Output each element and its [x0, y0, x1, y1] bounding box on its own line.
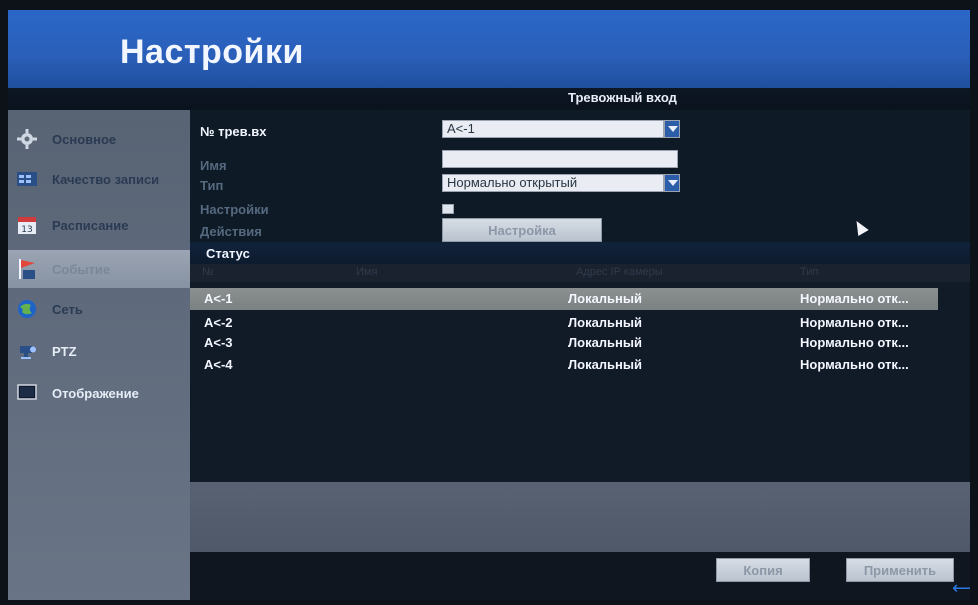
settings-checkbox[interactable]: [442, 204, 454, 214]
table-row[interactable]: A<-2 Локальный Нормально отк...: [190, 312, 938, 334]
column-header-number: №: [202, 266, 214, 278]
table-row[interactable]: A<-4 Локальный Нормально отк...: [190, 354, 938, 376]
type-select[interactable]: Нормально открытый: [442, 174, 664, 192]
footer-bar: Копия Применить: [190, 552, 970, 600]
sidebar-item-label: Сеть: [52, 301, 83, 317]
event-flag-icon: [14, 256, 40, 282]
lower-panel: [190, 482, 970, 552]
actions-setup-button[interactable]: Настройка: [442, 218, 602, 242]
row-source: Локальный: [568, 335, 642, 350]
alarm-input-label: № трев.вх: [200, 124, 267, 139]
sidebar-item-event[interactable]: Событие: [8, 250, 190, 288]
row-source: Локальный: [568, 315, 642, 330]
sidebar-item-label: Основное: [52, 131, 117, 147]
network-globe-icon: [14, 296, 40, 322]
chevron-down-icon[interactable]: [664, 120, 680, 138]
row-type: Нормально отк...: [800, 357, 909, 372]
row-type: Нормально отк...: [800, 291, 909, 306]
row-type: Нормально отк...: [800, 315, 909, 330]
actions-label: Действия: [200, 224, 262, 239]
row-id: A<-4: [204, 357, 233, 372]
sidebar-item-label: PTZ: [52, 343, 77, 359]
sidebar-item-label: Событие: [52, 261, 111, 277]
record-quality-icon: [14, 166, 40, 192]
row-id: A<-3: [204, 335, 233, 350]
row-source: Локальный: [568, 357, 642, 372]
row-id: A<-1: [204, 291, 233, 306]
display-monitor-icon: [14, 380, 40, 406]
sidebar-item-label: Отображение: [52, 385, 139, 401]
sidebar-item-display[interactable]: Отображение: [8, 374, 190, 412]
column-header-camera-ip: Адрес IP камеры: [576, 266, 663, 278]
title-bar: Настройки: [8, 10, 970, 88]
sidebar-item-schedule[interactable]: 13 Расписание: [8, 206, 190, 244]
svg-text:13: 13: [21, 225, 32, 235]
settings-window: Настройки Тревожный вход Основное Качест…: [8, 10, 970, 600]
row-id: A<-2: [204, 315, 233, 330]
gear-icon: [14, 126, 40, 152]
chevron-down-icon[interactable]: [664, 174, 680, 192]
sidebar-item-record-quality[interactable]: Качество записи: [8, 160, 190, 198]
row-type: Нормально отк...: [800, 335, 909, 350]
page-title: Настройки: [120, 33, 304, 71]
type-label: Тип: [200, 178, 224, 193]
table-row[interactable]: A<-3 Локальный Нормально отк...: [190, 332, 938, 354]
column-header-type: Тип: [800, 266, 819, 278]
section-header: [8, 88, 970, 110]
sidebar-item-network[interactable]: Сеть: [8, 290, 190, 328]
sidebar-item-label: Расписание: [52, 217, 129, 233]
screen: Настройки Тревожный вход Основное Качест…: [0, 0, 978, 605]
ptz-camera-icon: [14, 338, 40, 364]
column-header-name: Имя: [356, 266, 378, 278]
alarm-input-select[interactable]: A<-1: [442, 120, 664, 138]
table-header: № Имя Адрес IP камеры Тип: [190, 264, 970, 282]
calendar-icon: 13: [14, 212, 40, 238]
name-label: Имя: [200, 158, 227, 173]
sidebar-item-label: Качество записи: [52, 171, 160, 187]
apply-button[interactable]: Применить: [846, 558, 954, 582]
name-field[interactable]: [442, 150, 678, 168]
section-title: Тревожный вход: [568, 90, 677, 105]
sidebar-item-ptz[interactable]: PTZ: [8, 332, 190, 370]
sidebar: Основное Качество записи 13 Расписание С…: [8, 110, 190, 600]
settings-label: Настройки: [200, 202, 269, 217]
status-table: A<-1 Локальный Нормально отк... A<-2 Лок…: [190, 282, 970, 482]
table-row[interactable]: A<-1 Локальный Нормально отк...: [190, 288, 938, 310]
sidebar-item-general[interactable]: Основное: [8, 120, 190, 158]
row-source: Локальный: [568, 291, 642, 306]
status-title: Статус: [206, 246, 250, 261]
copy-button[interactable]: Копия: [716, 558, 810, 582]
status-header: Статус: [190, 242, 970, 264]
back-arrow-icon[interactable]: ⟵: [952, 578, 970, 599]
